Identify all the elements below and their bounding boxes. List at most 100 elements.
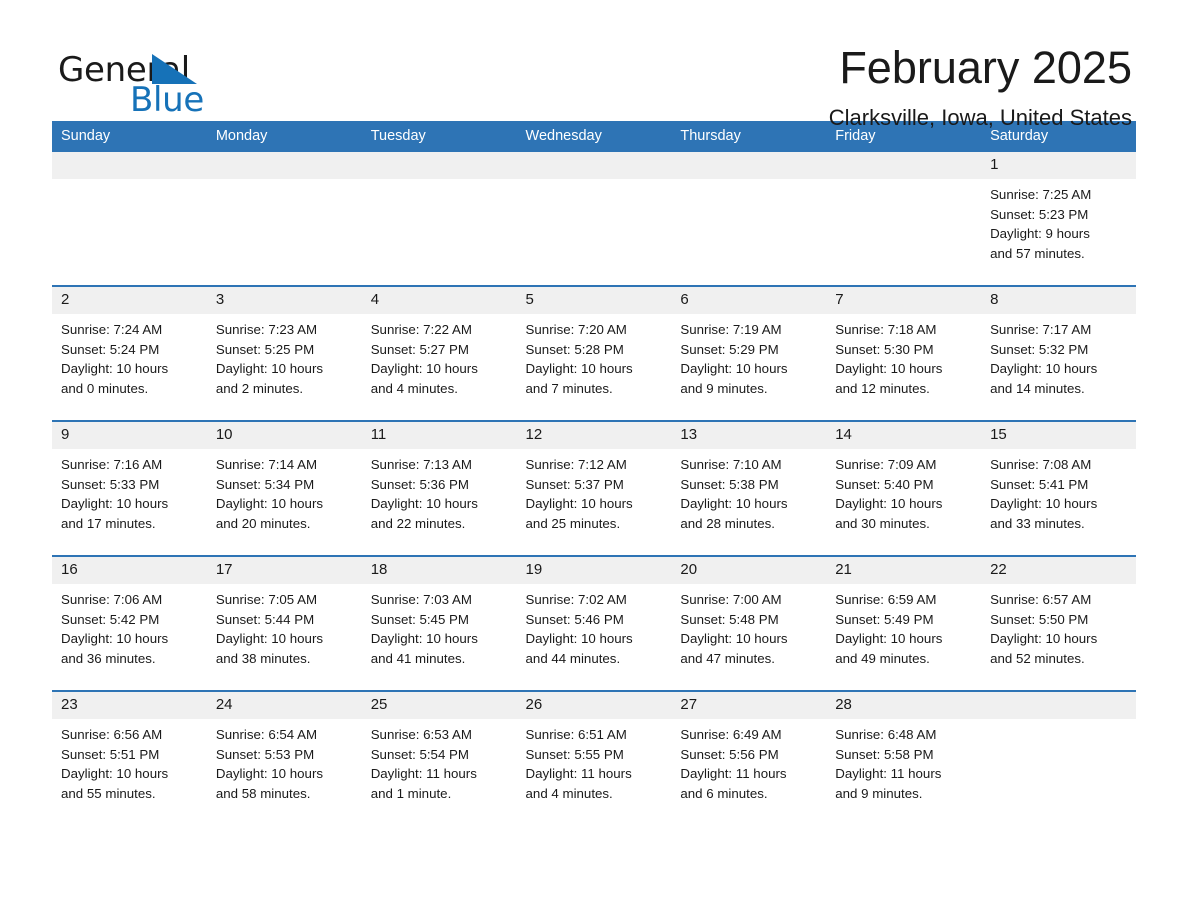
day-number: 21	[826, 557, 982, 584]
calendar-page: General Blue February 2025 Clarksville, …	[0, 0, 1188, 918]
day-cell[interactable]: 24 Sunrise: 6:54 AM Sunset: 5:53 PM Dayl…	[206, 690, 362, 825]
day-cell[interactable]: 9 Sunrise: 7:16 AM Sunset: 5:33 PM Dayli…	[52, 420, 207, 556]
day-cell[interactable]	[206, 152, 362, 286]
sunset-text: Sunset: 5:38 PM	[680, 476, 779, 492]
daylight-text-line1: Daylight: 10 hours	[835, 361, 943, 377]
sunset-text: Sunset: 5:55 PM	[525, 746, 624, 762]
day-cell[interactable]: 18 Sunrise: 7:03 AM Sunset: 5:45 PM Dayl…	[361, 555, 517, 691]
day-cell[interactable]: 8 Sunrise: 7:17 AM Sunset: 5:32 PM Dayli…	[981, 285, 1136, 421]
daylight-text-line2: and 6 minutes.	[680, 785, 768, 801]
day-number: 11	[361, 422, 517, 449]
day-cell[interactable]: 25 Sunrise: 6:53 AM Sunset: 5:54 PM Dayl…	[361, 690, 517, 825]
day-cell[interactable]: 11 Sunrise: 7:13 AM Sunset: 5:36 PM Dayl…	[361, 420, 517, 556]
day-cell[interactable]: 14 Sunrise: 7:09 AM Sunset: 5:40 PM Dayl…	[826, 420, 982, 556]
daylight-text-line1: Daylight: 10 hours	[61, 361, 169, 377]
daylight-text-line1: Daylight: 10 hours	[990, 496, 1098, 512]
day-number: 17	[206, 557, 362, 584]
day-cell[interactable]: 19 Sunrise: 7:02 AM Sunset: 5:46 PM Dayl…	[516, 555, 672, 691]
daylight-text-line2: and 57 minutes.	[990, 245, 1085, 261]
day-cell[interactable]: 2 Sunrise: 7:24 AM Sunset: 5:24 PM Dayli…	[52, 285, 207, 421]
day-cell[interactable]: 6 Sunrise: 7:19 AM Sunset: 5:29 PM Dayli…	[671, 285, 827, 421]
sunrise-text: Sunrise: 6:57 AM	[990, 592, 1092, 607]
daylight-text-line2: and 41 minutes.	[370, 650, 466, 666]
day-cell[interactable]	[516, 152, 672, 286]
day-details	[826, 179, 981, 185]
day-cell[interactable]	[981, 690, 1136, 825]
day-cell[interactable]: 13 Sunrise: 7:10 AM Sunset: 5:38 PM Dayl…	[671, 420, 827, 556]
day-cell[interactable]: 22 Sunrise: 6:57 AM Sunset: 5:50 PM Dayl…	[981, 555, 1136, 691]
daylight-text-line2: and 36 minutes.	[61, 650, 156, 666]
day-number	[981, 692, 1136, 719]
day-cell[interactable]: 28 Sunrise: 6:48 AM Sunset: 5:58 PM Dayl…	[826, 690, 982, 825]
day-details: Sunrise: 7:09 AM Sunset: 5:40 PM Dayligh…	[826, 449, 981, 533]
day-details: Sunrise: 7:03 AM Sunset: 5:45 PM Dayligh…	[362, 584, 517, 668]
daylight-text-line2: and 38 minutes.	[215, 650, 311, 666]
sunset-text: Sunset: 5:33 PM	[61, 476, 160, 492]
day-details: Sunrise: 7:14 AM Sunset: 5:34 PM Dayligh…	[207, 449, 362, 533]
sunrise-sunset-calendar: Sunday Monday Tuesday Wednesday Thursday…	[52, 121, 1136, 825]
day-details	[671, 179, 826, 185]
day-number: 23	[52, 692, 207, 719]
daylight-text-line2: and 0 minutes.	[61, 380, 149, 396]
day-details: Sunrise: 7:00 AM Sunset: 5:48 PM Dayligh…	[671, 584, 826, 668]
day-cell[interactable]: 23 Sunrise: 6:56 AM Sunset: 5:51 PM Dayl…	[52, 690, 207, 825]
day-cell[interactable]	[52, 152, 207, 286]
day-cell[interactable]	[361, 152, 517, 286]
sunset-text: Sunset: 5:25 PM	[215, 341, 315, 357]
day-details: Sunrise: 6:53 AM Sunset: 5:54 PM Dayligh…	[362, 719, 517, 803]
day-number: 24	[206, 692, 362, 719]
day-cell[interactable]: 27 Sunrise: 6:49 AM Sunset: 5:56 PM Dayl…	[671, 690, 827, 825]
sunrise-text: Sunrise: 7:05 AM	[215, 592, 318, 607]
day-number: 5	[516, 287, 672, 314]
calendar-week-row: 1 Sunrise: 7:25 AM Sunset: 5:23 PM Dayli…	[52, 152, 1136, 286]
daylight-text-line1: Daylight: 10 hours	[835, 631, 943, 647]
sunrise-text: Sunrise: 6:54 AM	[215, 727, 318, 742]
sunrise-text: Sunrise: 7:14 AM	[215, 457, 318, 472]
day-cell[interactable]: 10 Sunrise: 7:14 AM Sunset: 5:34 PM Dayl…	[206, 420, 362, 556]
daylight-text-line1: Daylight: 10 hours	[61, 631, 169, 647]
calendar-week-row: 2 Sunrise: 7:24 AM Sunset: 5:24 PM Dayli…	[52, 285, 1136, 421]
sunrise-text: Sunrise: 7:19 AM	[680, 322, 782, 337]
day-details: Sunrise: 7:18 AM Sunset: 5:30 PM Dayligh…	[826, 314, 981, 398]
day-cell[interactable]: 26 Sunrise: 6:51 AM Sunset: 5:55 PM Dayl…	[516, 690, 672, 825]
day-details: Sunrise: 7:10 AM Sunset: 5:38 PM Dayligh…	[671, 449, 826, 533]
day-details: Sunrise: 7:23 AM Sunset: 5:25 PM Dayligh…	[207, 314, 362, 398]
day-cell[interactable]: 20 Sunrise: 7:00 AM Sunset: 5:48 PM Dayl…	[671, 555, 827, 691]
day-cell[interactable]: 17 Sunrise: 7:05 AM Sunset: 5:44 PM Dayl…	[206, 555, 362, 691]
day-cell[interactable]: 16 Sunrise: 7:06 AM Sunset: 5:42 PM Dayl…	[52, 555, 207, 691]
sunrise-text: Sunrise: 6:56 AM	[61, 727, 163, 742]
daylight-text-line1: Daylight: 10 hours	[370, 496, 478, 512]
sunset-text: Sunset: 5:56 PM	[680, 746, 779, 762]
day-cell[interactable]: 12 Sunrise: 7:12 AM Sunset: 5:37 PM Dayl…	[516, 420, 672, 556]
day-cell[interactable]: 15 Sunrise: 7:08 AM Sunset: 5:41 PM Dayl…	[981, 420, 1136, 556]
day-cell[interactable]: 5 Sunrise: 7:20 AM Sunset: 5:28 PM Dayli…	[516, 285, 672, 421]
daylight-text-line1: Daylight: 11 hours	[370, 766, 477, 782]
sunset-text: Sunset: 5:32 PM	[990, 341, 1089, 357]
sunrise-text: Sunrise: 6:59 AM	[835, 592, 937, 607]
day-cell[interactable]: 21 Sunrise: 6:59 AM Sunset: 5:49 PM Dayl…	[826, 555, 982, 691]
day-cell[interactable]: 1 Sunrise: 7:25 AM Sunset: 5:23 PM Dayli…	[981, 152, 1136, 286]
day-cell[interactable]: 3 Sunrise: 7:23 AM Sunset: 5:25 PM Dayli…	[206, 285, 362, 421]
daylight-text-line1: Daylight: 10 hours	[370, 361, 478, 377]
daylight-text-line2: and 28 minutes.	[680, 515, 775, 531]
day-number: 16	[52, 557, 207, 584]
calendar-week-row: 9 Sunrise: 7:16 AM Sunset: 5:33 PM Dayli…	[52, 420, 1136, 556]
daylight-text-line2: and 33 minutes.	[990, 515, 1085, 531]
daylight-text-line1: Daylight: 10 hours	[525, 361, 633, 377]
day-number: 6	[671, 287, 827, 314]
day-number: 9	[52, 422, 207, 449]
sunset-text: Sunset: 5:30 PM	[835, 341, 934, 357]
day-details: Sunrise: 6:54 AM Sunset: 5:53 PM Dayligh…	[207, 719, 362, 803]
daylight-text-line1: Daylight: 10 hours	[525, 631, 633, 647]
day-cell[interactable]: 4 Sunrise: 7:22 AM Sunset: 5:27 PM Dayli…	[361, 285, 517, 421]
day-cell[interactable]	[671, 152, 827, 286]
calendar-week-row: 16 Sunrise: 7:06 AM Sunset: 5:42 PM Dayl…	[52, 555, 1136, 691]
title-block: February 2025 Clarksville, Iowa, United …	[252, 44, 1136, 131]
day-cell[interactable]: 7 Sunrise: 7:18 AM Sunset: 5:30 PM Dayli…	[826, 285, 982, 421]
day-number	[516, 152, 672, 179]
sunset-text: Sunset: 5:28 PM	[525, 341, 624, 357]
daylight-text-line2: and 20 minutes.	[215, 515, 311, 531]
sunset-text: Sunset: 5:41 PM	[990, 476, 1089, 492]
day-cell[interactable]	[826, 152, 982, 286]
daylight-text-line2: and 1 minute.	[370, 785, 452, 801]
